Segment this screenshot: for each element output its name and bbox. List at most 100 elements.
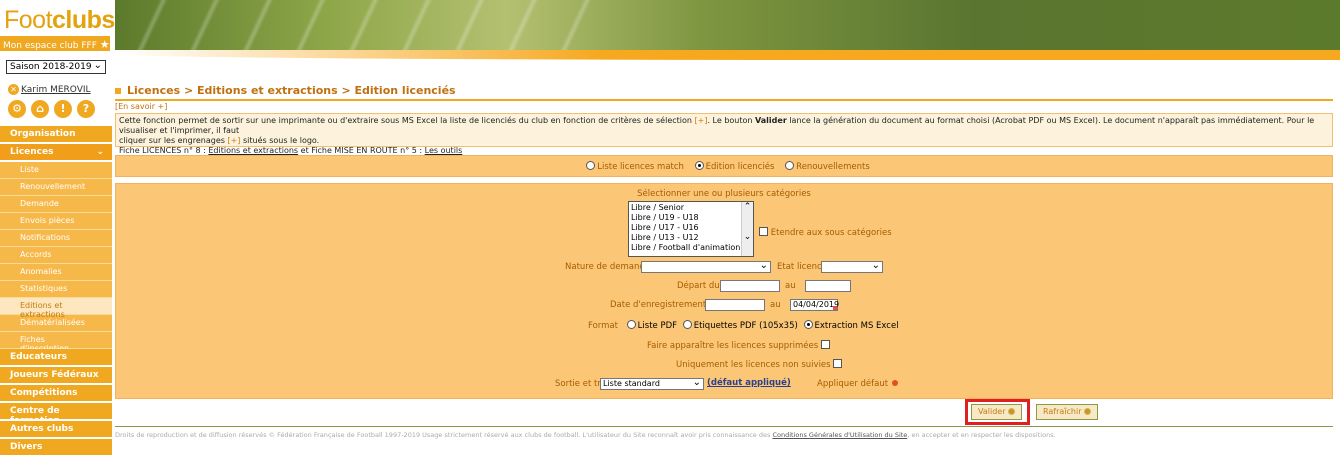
sidebar-item-dematerialisees[interactable]: Dématérialisées [0,315,112,332]
radio-etiquettes-pdf[interactable] [682,320,692,329]
category-option[interactable]: Libre / Football d'animation [631,243,751,253]
depart-label: Départ du [677,281,720,291]
calendar-marker-icon [833,306,837,310]
defaut-applique-link[interactable]: (défaut appliqué) [707,378,791,388]
sidebar-item-label: Joueurs Fédéraux [10,370,99,380]
logo-text: Footclubs [4,6,115,34]
sidebar-item-licences[interactable]: Licences ⌄ [0,144,112,162]
apply-dot-icon [892,380,899,386]
date-from-input[interactable] [705,299,765,311]
sidebar-item-label: Divers [10,442,43,452]
chevron-down-icon: ⌄ [871,260,880,271]
rafraichir-button[interactable]: Rafraîchir [1036,404,1098,420]
radio-extraction-excel[interactable] [803,320,813,329]
sidebar-item-label: Dématérialisées [20,318,85,327]
depart-from-input[interactable] [720,280,780,292]
etat-label: Etat licence [777,262,827,272]
footclubs-logo[interactable]: Footclubs Mon espace club FFF ★ [0,0,115,55]
nature-select[interactable]: ⌄ [641,260,771,273]
sidebar-item-autres-clubs[interactable]: Autres clubs [0,421,112,439]
supprimees-label: Faire apparaître les licences supprimées [647,341,819,351]
radio-renouvellements[interactable] [785,161,795,170]
category-option[interactable]: Libre / U19 - U18 [631,213,751,223]
sidebar-item-anomalies[interactable]: Anomalies [0,264,112,281]
categories-title: Sélectionner une ou plusieurs catégories [637,189,811,199]
logo-icon[interactable]: ⌂ [31,100,49,118]
listbox-scrollbar[interactable]: ⌃ ⌄ [741,202,753,256]
action-buttons: Valider Rafraîchir [115,398,1333,428]
format-row: Format Liste PDF Etiquettes PDF (105x35)… [588,320,899,331]
sidebar-item-liste[interactable]: Liste [0,162,112,179]
sidebar-item-fiches-d-inscription[interactable]: Fiches d'inscription [0,332,112,353]
sidebar-item-statistiques[interactable]: Statistiques [0,281,112,298]
valider-button[interactable]: Valider [971,404,1022,420]
chevron-down-icon: ⌄ [692,377,701,388]
tool-icons: ⚙ ⌂!? [8,100,108,118]
fiche-editions-link[interactable]: Editions et extractions [208,146,298,155]
depart-to-input[interactable] [805,280,851,292]
radio-liste-pdf[interactable] [626,320,636,329]
sidebar-item-label: Licences [10,147,54,157]
appliquer-defaut[interactable]: Appliquer défaut [817,379,899,389]
alert-icon[interactable]: ! [54,100,72,118]
sortie-select[interactable]: Liste standard ⌄ [600,377,704,390]
sidebar-item-accords[interactable]: Accords [0,247,112,264]
sidebar-item-envois-pieces[interactable]: Envois pièces [0,213,112,230]
sidebar-item-demande[interactable]: Demande [0,196,112,213]
category-option[interactable]: Libre / Senior [631,203,751,213]
cgu-link[interactable]: Conditions Générales d'Utilisation du Si… [772,431,907,439]
button-dot-icon [1007,408,1015,415]
user-logout-link[interactable]: ✕ Karim MEROVIL [8,84,108,98]
radio-liste-licences-match[interactable] [586,161,596,170]
etendre-label: Etendre aux sous catégories [770,228,892,238]
sidebar-item-centre-de-formation[interactable]: Centre de formation [0,403,112,426]
info-box: Cette fonction permet de sortir sur une … [115,113,1333,155]
sidebar-menu: Organisation Licences ⌄ Liste Renouvellement… [0,126,112,457]
supprimees-row: Faire apparaître les licences supprimées [647,340,830,351]
header-banner-image [115,0,1340,52]
non-suivies-checkbox[interactable] [833,359,843,368]
sidebar-item-competitions[interactable]: Compétitions [0,385,112,403]
date-label: Date d'enregistrement du [610,300,720,310]
sidebar-item-notifications[interactable]: Notifications [0,230,112,247]
au-label-2: au [770,300,781,310]
sidebar-item-label: Autres clubs [10,424,74,434]
chevron-down-icon: ⌄ [759,260,768,271]
non-suivies-row: Uniquement les licences non suivies [676,359,843,370]
sidebar-item-organisation[interactable]: Organisation [0,126,112,144]
sidebar-item-renouvellement[interactable]: Renouvellement [0,179,112,196]
etat-select[interactable]: ⌄ [821,260,883,273]
sidebar-item-divers[interactable]: Divers [0,439,112,457]
nature-label: Nature de demande [565,262,650,272]
button-dot-icon [1083,408,1091,415]
sidebar-item-label: Accords [20,250,52,259]
date-to-input[interactable]: 04/04/2019 [790,299,839,311]
sidebar-item-label: Compétitions [10,388,78,398]
question-icon[interactable]: ? [77,100,95,118]
categories-listbox[interactable]: Libre / Senior Libre / U19 - U18 Libre /… [628,201,754,257]
season-select[interactable]: Saison 2018-2019 ⌄ [6,60,106,74]
header: Footclubs Mon espace club FFF ★ [0,0,1340,60]
sidebar-item-label: Anomalies [20,267,62,276]
au-label: au [785,281,796,291]
sidebar-item-label: Notifications [20,233,71,242]
category-option[interactable]: Libre / U17 - U16 [631,223,751,233]
sidebar-item-joueurs-federaux[interactable]: Joueurs Fédéraux [0,367,112,385]
breadcrumb: Licences > Editions et extractions > Edi… [115,84,1333,98]
supprimees-checkbox[interactable] [820,340,830,349]
etendre-checkbox[interactable] [759,227,768,236]
help-circle-icon[interactable]: ⚙ [8,100,26,118]
sidebar-item-label: Educateurs [10,352,68,362]
main-content: Licences > Editions et extractions > Edi… [115,84,1333,399]
sidebar-item-label: Liste [20,165,39,174]
plus-link-2[interactable]: [+] [227,136,240,145]
sidebar-item-editions-et-extractions[interactable]: Editions et extractions [0,298,112,319]
radio-edition-licencies[interactable] [694,161,704,170]
plus-link[interactable]: [+] [695,116,708,125]
en-savoir-link[interactable]: [En savoir +] [115,102,1333,112]
sidebar-item-educateurs[interactable]: Educateurs [0,349,112,367]
chevron-down-icon: ⌄ [96,147,104,157]
fiche-outils-link[interactable]: Les outils [425,146,463,155]
sidebar-item-label: Renouvellement [20,182,86,191]
category-option[interactable]: Libre / U13 - U12 [631,233,751,243]
